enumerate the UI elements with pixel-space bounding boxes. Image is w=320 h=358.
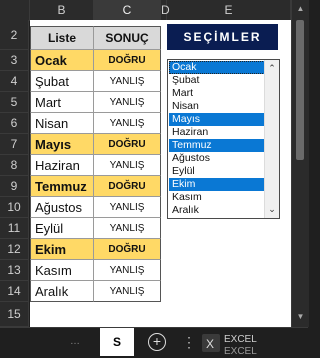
more-options-icon[interactable]: ⋮ [182,334,197,351]
month-cell[interactable]: Ocak [30,50,94,71]
row-header[interactable]: 5 [0,92,29,113]
month-cell[interactable]: Şubat [30,71,94,92]
result-cell[interactable]: DOĞRU [94,239,161,260]
excel-logo: X EXCEL EXCEL [202,334,257,356]
chevron-down-icon[interactable]: ⌄ [265,202,279,216]
listbox-option[interactable]: Nisan [169,100,265,113]
chevron-up-icon[interactable]: ⌃ [265,61,279,75]
listbox-option[interactable]: Ekim [169,178,265,191]
row-header[interactable]: 3 [0,50,29,71]
row-header[interactable]: 15 [0,302,29,327]
month-cell[interactable]: Ekim [30,239,94,260]
column-header-b[interactable]: B [30,0,94,20]
result-cell[interactable]: YANLIŞ [94,113,161,134]
row-header[interactable]: 11 [0,218,29,239]
result-cell[interactable]: YANLIŞ [94,155,161,176]
listbox-option[interactable]: Eylül [169,165,265,178]
select-all-corner[interactable] [0,0,30,20]
listbox-option[interactable]: Mayıs [169,113,265,126]
vertical-scrollbar[interactable]: ▲ ▼ [291,0,309,327]
scroll-down-arrow-icon[interactable]: ▼ [292,312,309,321]
month-cell[interactable]: Mart [30,92,94,113]
svg-text:X: X [206,337,214,351]
sheet-tab-bar: … S + ⋮ X EXCEL EXCEL [0,327,308,358]
row-header[interactable]: 9 [0,176,29,197]
result-cell[interactable]: YANLIŞ [94,218,161,239]
result-cell[interactable]: YANLIŞ [94,92,161,113]
row-header[interactable]: 8 [0,155,29,176]
scroll-up-arrow-icon[interactable]: ▲ [292,4,309,13]
month-cell[interactable]: Eylül [30,218,94,239]
row-header[interactable]: 14 [0,281,29,302]
row-header[interactable]: 2 [0,20,29,50]
scrollbar-thumb[interactable] [296,20,304,160]
month-cell[interactable]: Temmuz [30,176,94,197]
listbox-option[interactable]: Temmuz [169,139,265,152]
tab-nav-icon[interactable]: … [70,336,80,347]
month-cell[interactable]: Ağustos [30,197,94,218]
result-cell[interactable]: DOĞRU [94,50,161,71]
result-cell[interactable]: YANLIŞ [94,260,161,281]
listbox-option[interactable]: Şubat [169,74,265,87]
listbox-option[interactable]: Haziran [169,126,265,139]
column-header-e[interactable]: E [167,0,291,20]
svg-text:EXCEL: EXCEL [224,334,257,345]
result-cell[interactable]: DOĞRU [94,176,161,197]
month-cell[interactable]: Haziran [30,155,94,176]
month-cell[interactable]: Mayıs [30,134,94,155]
listbox-option[interactable]: Ağustos [169,152,265,165]
row-header[interactable]: 4 [0,71,29,92]
listbox-option[interactable]: Kasım [169,191,265,204]
svg-text:EXCEL: EXCEL [224,346,257,356]
result-cell[interactable]: YANLIŞ [94,197,161,218]
row-header[interactable]: 10 [0,197,29,218]
add-sheet-icon[interactable]: + [148,333,166,351]
selections-title: SEÇİMLER [167,24,278,50]
sheet-tab[interactable]: S [100,328,134,356]
month-cell[interactable]: Nisan [30,113,94,134]
listbox-option[interactable]: Mart [169,87,265,100]
month-cell[interactable]: Kasım [30,260,94,281]
row-header[interactable]: 12 [0,239,29,260]
listbox-scrollbar[interactable]: ⌃ ⌄ [264,60,279,218]
result-cell[interactable]: YANLIŞ [94,281,161,302]
row-header[interactable]: 6 [0,113,29,134]
result-cell[interactable]: YANLIŞ [94,71,161,92]
listbox-option[interactable]: Aralık [169,204,265,217]
sonuc-header-cell[interactable]: SONUÇ [94,26,161,50]
month-listbox[interactable]: Ocak Şubat Mart Nisan Mayıs Haziran Temmuz Ağus… [167,59,280,219]
row-header[interactable]: 7 [0,134,29,155]
result-cell[interactable]: DOĞRU [94,134,161,155]
column-header-bar: B C D E [0,0,291,21]
row-header[interactable]: 13 [0,260,29,281]
liste-header-cell[interactable]: Liste [30,26,94,50]
listbox-option[interactable]: Ocak [169,61,265,74]
column-header-c[interactable]: C [94,0,161,20]
month-cell[interactable]: Aralık [30,281,94,302]
